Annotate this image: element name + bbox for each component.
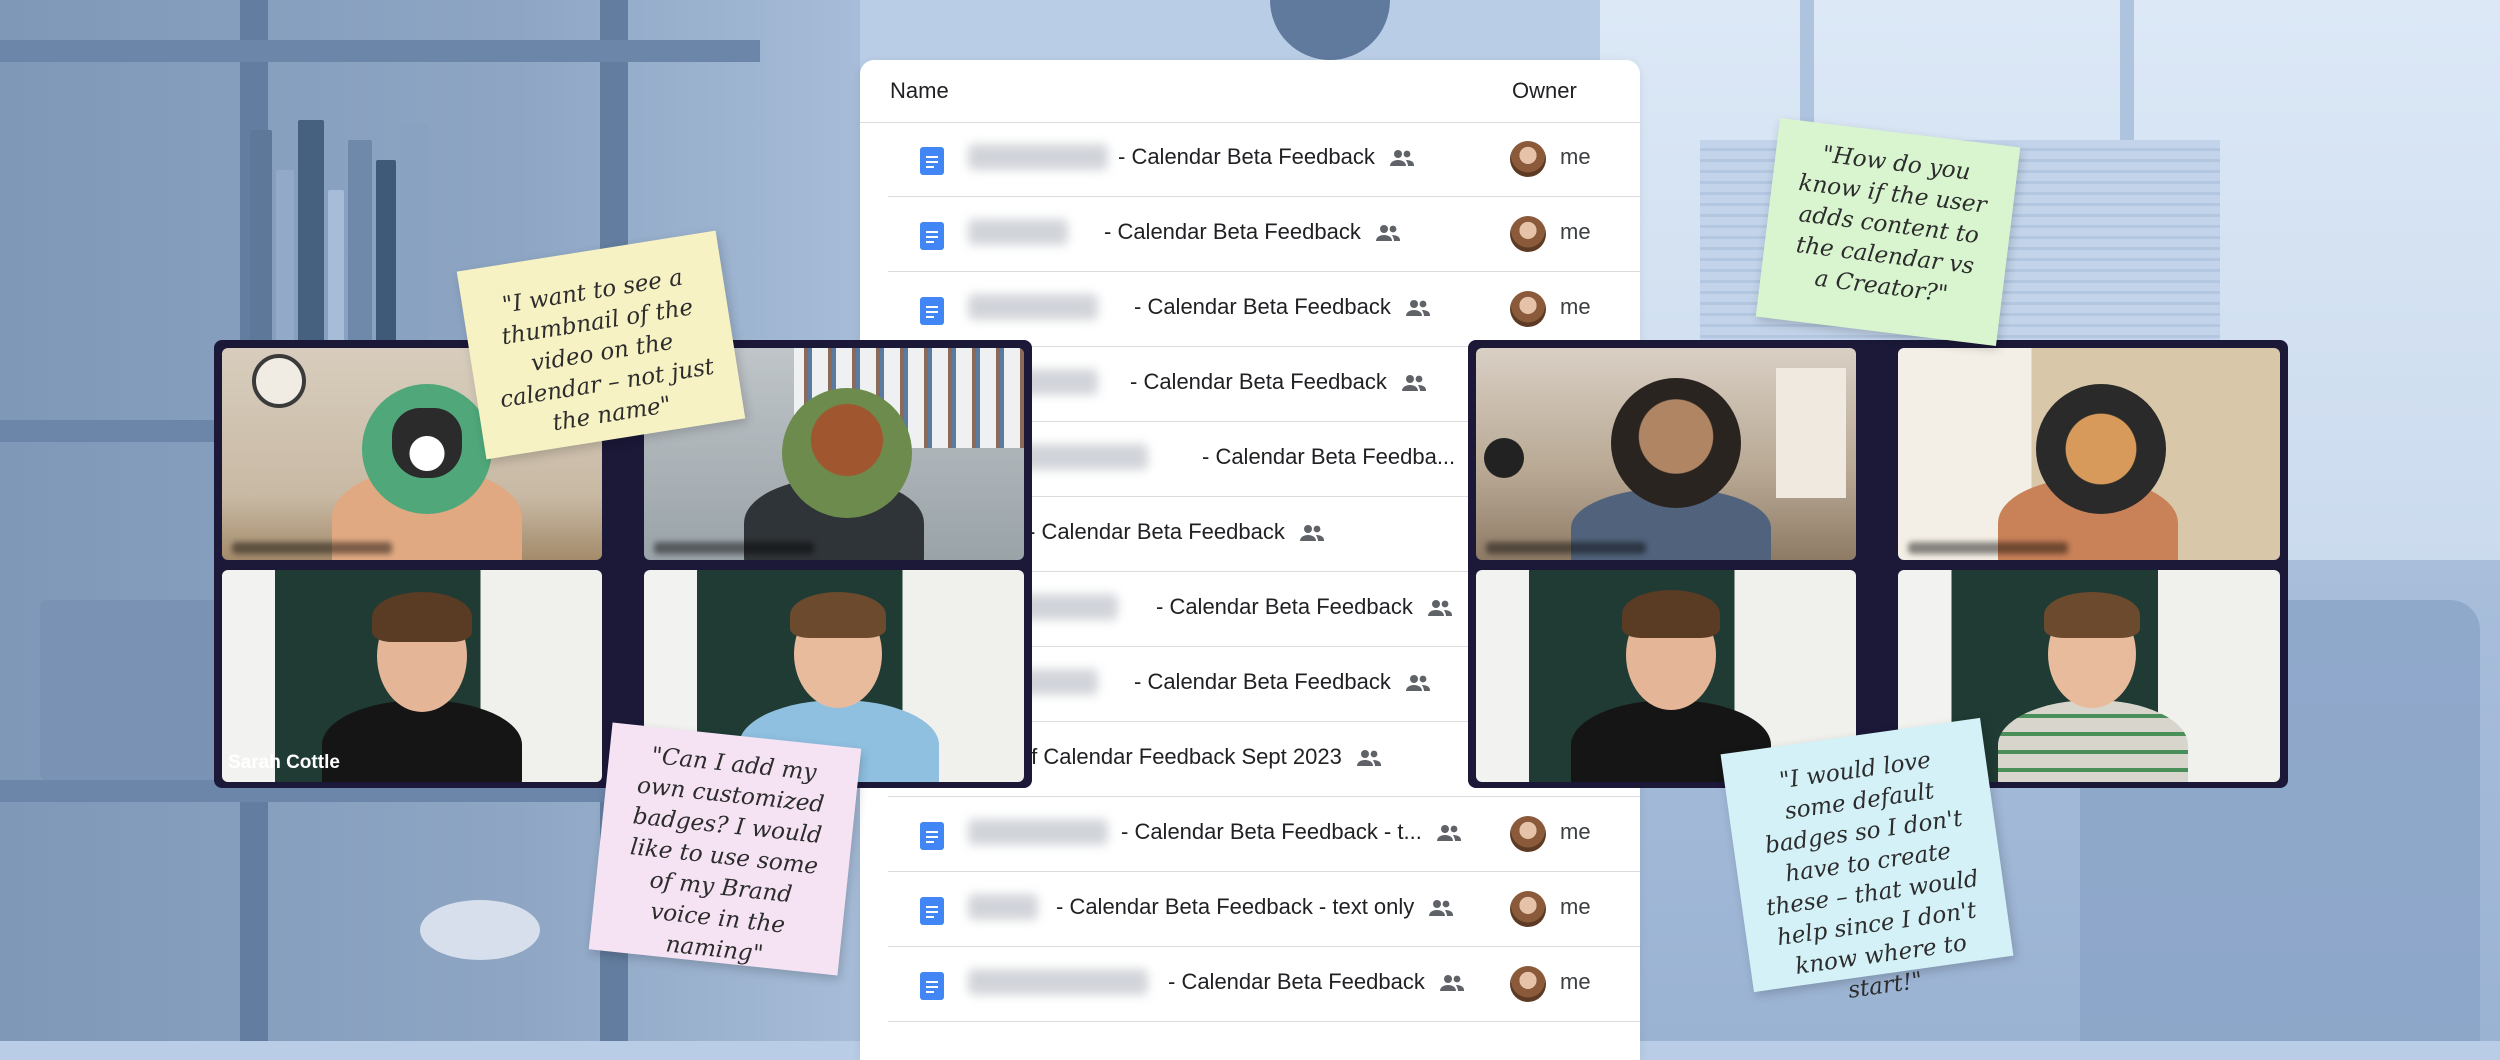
- shared-people-icon: [1439, 972, 1465, 994]
- file-name[interactable]: - Calendar Beta Feedback: [1134, 294, 1391, 320]
- owner-avatar: [1510, 816, 1546, 852]
- owner-avatar: [1510, 891, 1546, 927]
- google-docs-icon: [920, 147, 944, 175]
- redacted-customer-name: [968, 144, 1108, 170]
- sticky-note-badges: "Can I add my own customized badges? I w…: [588, 722, 862, 976]
- owner-avatar: [1510, 291, 1546, 327]
- google-docs-icon: [920, 297, 944, 325]
- shared-people-icon: [1356, 747, 1382, 769]
- file-name[interactable]: - Calendar Beta Feedback - text only: [1056, 894, 1414, 920]
- file-row[interactable]: - Calendar Beta Feedback me: [888, 122, 1640, 197]
- shared-people-icon: [1436, 822, 1462, 844]
- owner-name: me: [1560, 819, 1591, 844]
- owner-avatar: [1510, 141, 1546, 177]
- dog-avatar-icon: [2036, 384, 2166, 514]
- owner-name: me: [1560, 144, 1591, 169]
- file-name[interactable]: - Calendar Beta Feedback - t...: [1121, 819, 1422, 845]
- file-row[interactable]: - Calendar Beta Feedback me: [888, 197, 1640, 272]
- file-row[interactable]: - Calendar Beta Feedback me: [888, 947, 1640, 1022]
- shared-people-icon: [1405, 672, 1431, 694]
- redacted-customer-name: [968, 219, 1068, 245]
- file-name[interactable]: - Calendar Beta Feedback: [1130, 369, 1387, 395]
- video-call-right: [1468, 340, 2288, 788]
- shared-people-icon: [1389, 147, 1415, 169]
- file-name[interactable]: - Calendar Beta Feedback: [1104, 219, 1361, 245]
- file-name[interactable]: - Calendar Beta Feedback: [1156, 594, 1413, 620]
- google-docs-icon: [920, 222, 944, 250]
- google-docs-icon: [920, 822, 944, 850]
- video-tile[interactable]: [1476, 348, 1856, 560]
- file-name[interactable]: - Calendar Beta Feedback: [1134, 669, 1391, 695]
- redacted-customer-name: [968, 294, 1098, 320]
- participant-name: Sarah Cottle: [228, 752, 340, 773]
- file-row[interactable]: - Calendar Beta Feedback - text only me: [888, 872, 1640, 947]
- sticky-note-default-badges: "I would love some default badges so I d…: [1720, 717, 2014, 1004]
- file-name[interactable]: - Calendar Beta Feedba...: [1202, 444, 1455, 470]
- shared-people-icon: [1299, 522, 1325, 544]
- frame-on-shelf: [40, 600, 240, 780]
- shared-people-icon: [1405, 297, 1431, 319]
- google-docs-icon: [920, 972, 944, 1000]
- google-docs-icon: [920, 897, 944, 925]
- file-name[interactable]: - Calendar Beta Feedback: [1118, 144, 1375, 170]
- owner-name: me: [1560, 894, 1591, 919]
- cat-avatar-icon: [362, 384, 492, 514]
- kangaroo-avatar-icon: [1611, 378, 1741, 508]
- video-tile[interactable]: [1898, 348, 2280, 560]
- shared-people-icon: [1375, 222, 1401, 244]
- sticky-note-thumbnail: "I want to see a thumbnail of the video …: [456, 230, 746, 460]
- cow-avatar-icon: [782, 388, 912, 518]
- owner-name: me: [1560, 969, 1591, 994]
- redacted-customer-name: [968, 969, 1148, 995]
- bowl: [420, 900, 540, 960]
- video-tile[interactable]: Sarah Cottle: [222, 570, 602, 782]
- owner-name: me: [1560, 219, 1591, 244]
- file-row[interactable]: - Calendar Beta Feedback me: [888, 272, 1640, 347]
- shared-people-icon: [1401, 372, 1427, 394]
- file-list-header: Name Owner: [860, 60, 1640, 123]
- file-name[interactable]: - Calendar Beta Feedback: [1168, 969, 1425, 995]
- owner-column-header[interactable]: Owner: [1512, 78, 1577, 104]
- sticky-note-creator: "How do you know if the user adds conten…: [1755, 117, 2021, 347]
- redacted-customer-name: [968, 819, 1108, 845]
- shared-people-icon: [1427, 597, 1453, 619]
- file-name[interactable]: - Calendar Beta Feedback: [1028, 519, 1285, 545]
- shelf-board: [0, 40, 760, 62]
- owner-avatar: [1510, 216, 1546, 252]
- clock-icon: [252, 354, 306, 408]
- owner-name: me: [1560, 294, 1591, 319]
- shared-people-icon: [1428, 897, 1454, 919]
- file-row[interactable]: - Calendar Beta Feedback - t... me: [888, 797, 1640, 872]
- name-column-header[interactable]: Name: [890, 78, 949, 104]
- ceiling-lamp: [1270, 0, 1390, 60]
- owner-avatar: [1510, 966, 1546, 1002]
- redacted-customer-name: [968, 894, 1038, 920]
